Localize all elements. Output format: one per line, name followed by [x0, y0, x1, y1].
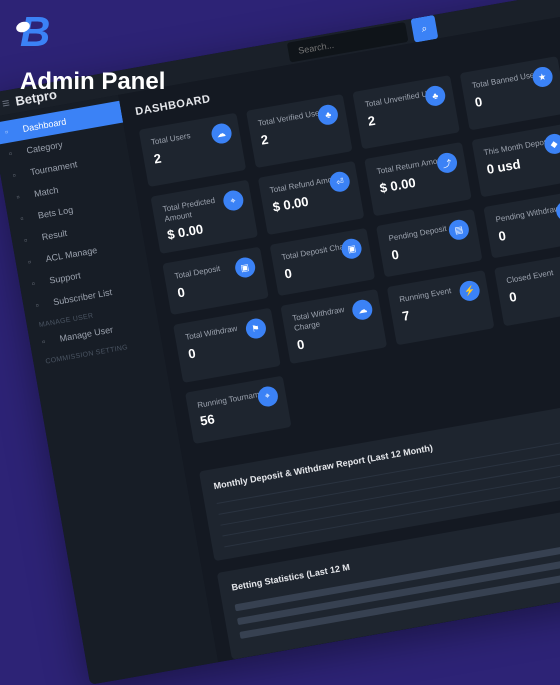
stat-card[interactable]: Running Event7⚡: [387, 270, 494, 344]
admin-app: ≡ Betpro ⌕ Dashboard / Dashboard ▫Dashbo…: [0, 0, 560, 685]
stat-card[interactable]: Pending Withdrawals0✂: [483, 190, 560, 258]
stat-card[interactable]: Pending Deposit0▤: [376, 209, 482, 277]
stat-card[interactable]: Total Verified Users2♣: [246, 94, 353, 168]
stat-card[interactable]: Total Withdraw Charge0☁: [280, 289, 387, 363]
stat-card[interactable]: Total Deposit0▣: [162, 247, 268, 315]
stat-card[interactable]: Total Withdraw0⚑: [173, 308, 280, 382]
stat-card[interactable]: Total Return Amount$ 0.00⤴: [365, 142, 472, 216]
nav-icon: ▫: [31, 277, 43, 289]
stat-card[interactable]: Total Refund Amount$ 0.00⏎: [258, 161, 365, 235]
nav-icon: ▫: [4, 125, 16, 137]
menu-icon[interactable]: ≡: [1, 95, 11, 111]
stat-card[interactable]: Running Tournament56⌖: [185, 375, 291, 443]
stat-card[interactable]: Total Users2☁: [139, 113, 246, 187]
search-icon: ⌕: [421, 23, 428, 35]
nav-icon: ▫: [27, 255, 39, 267]
stat-card[interactable]: Closed Event0✓: [494, 252, 560, 326]
page-title: Admin Panel: [20, 68, 165, 96]
nav-icon: ▫: [8, 147, 20, 159]
stat-card[interactable]: Total Predicted Amount$ 0.00⌖: [151, 180, 258, 254]
brand-logo: B: [20, 8, 165, 56]
stat-card[interactable]: This Month Deposit0 usd◆: [472, 123, 560, 197]
nav-icon: ▫: [19, 212, 31, 224]
stat-card[interactable]: Total Banned Users0★: [460, 56, 560, 130]
nav-icon: ▫: [23, 234, 35, 246]
nav-icon: ▫: [41, 335, 53, 347]
nav-icon: ▫: [35, 299, 47, 311]
stat-card[interactable]: Total Unverified Users2♣: [353, 75, 460, 149]
nav-icon: ▫: [12, 169, 24, 181]
stat-card[interactable]: Total Deposit Charge0▣: [269, 228, 375, 296]
nav-icon: ▫: [16, 190, 28, 202]
